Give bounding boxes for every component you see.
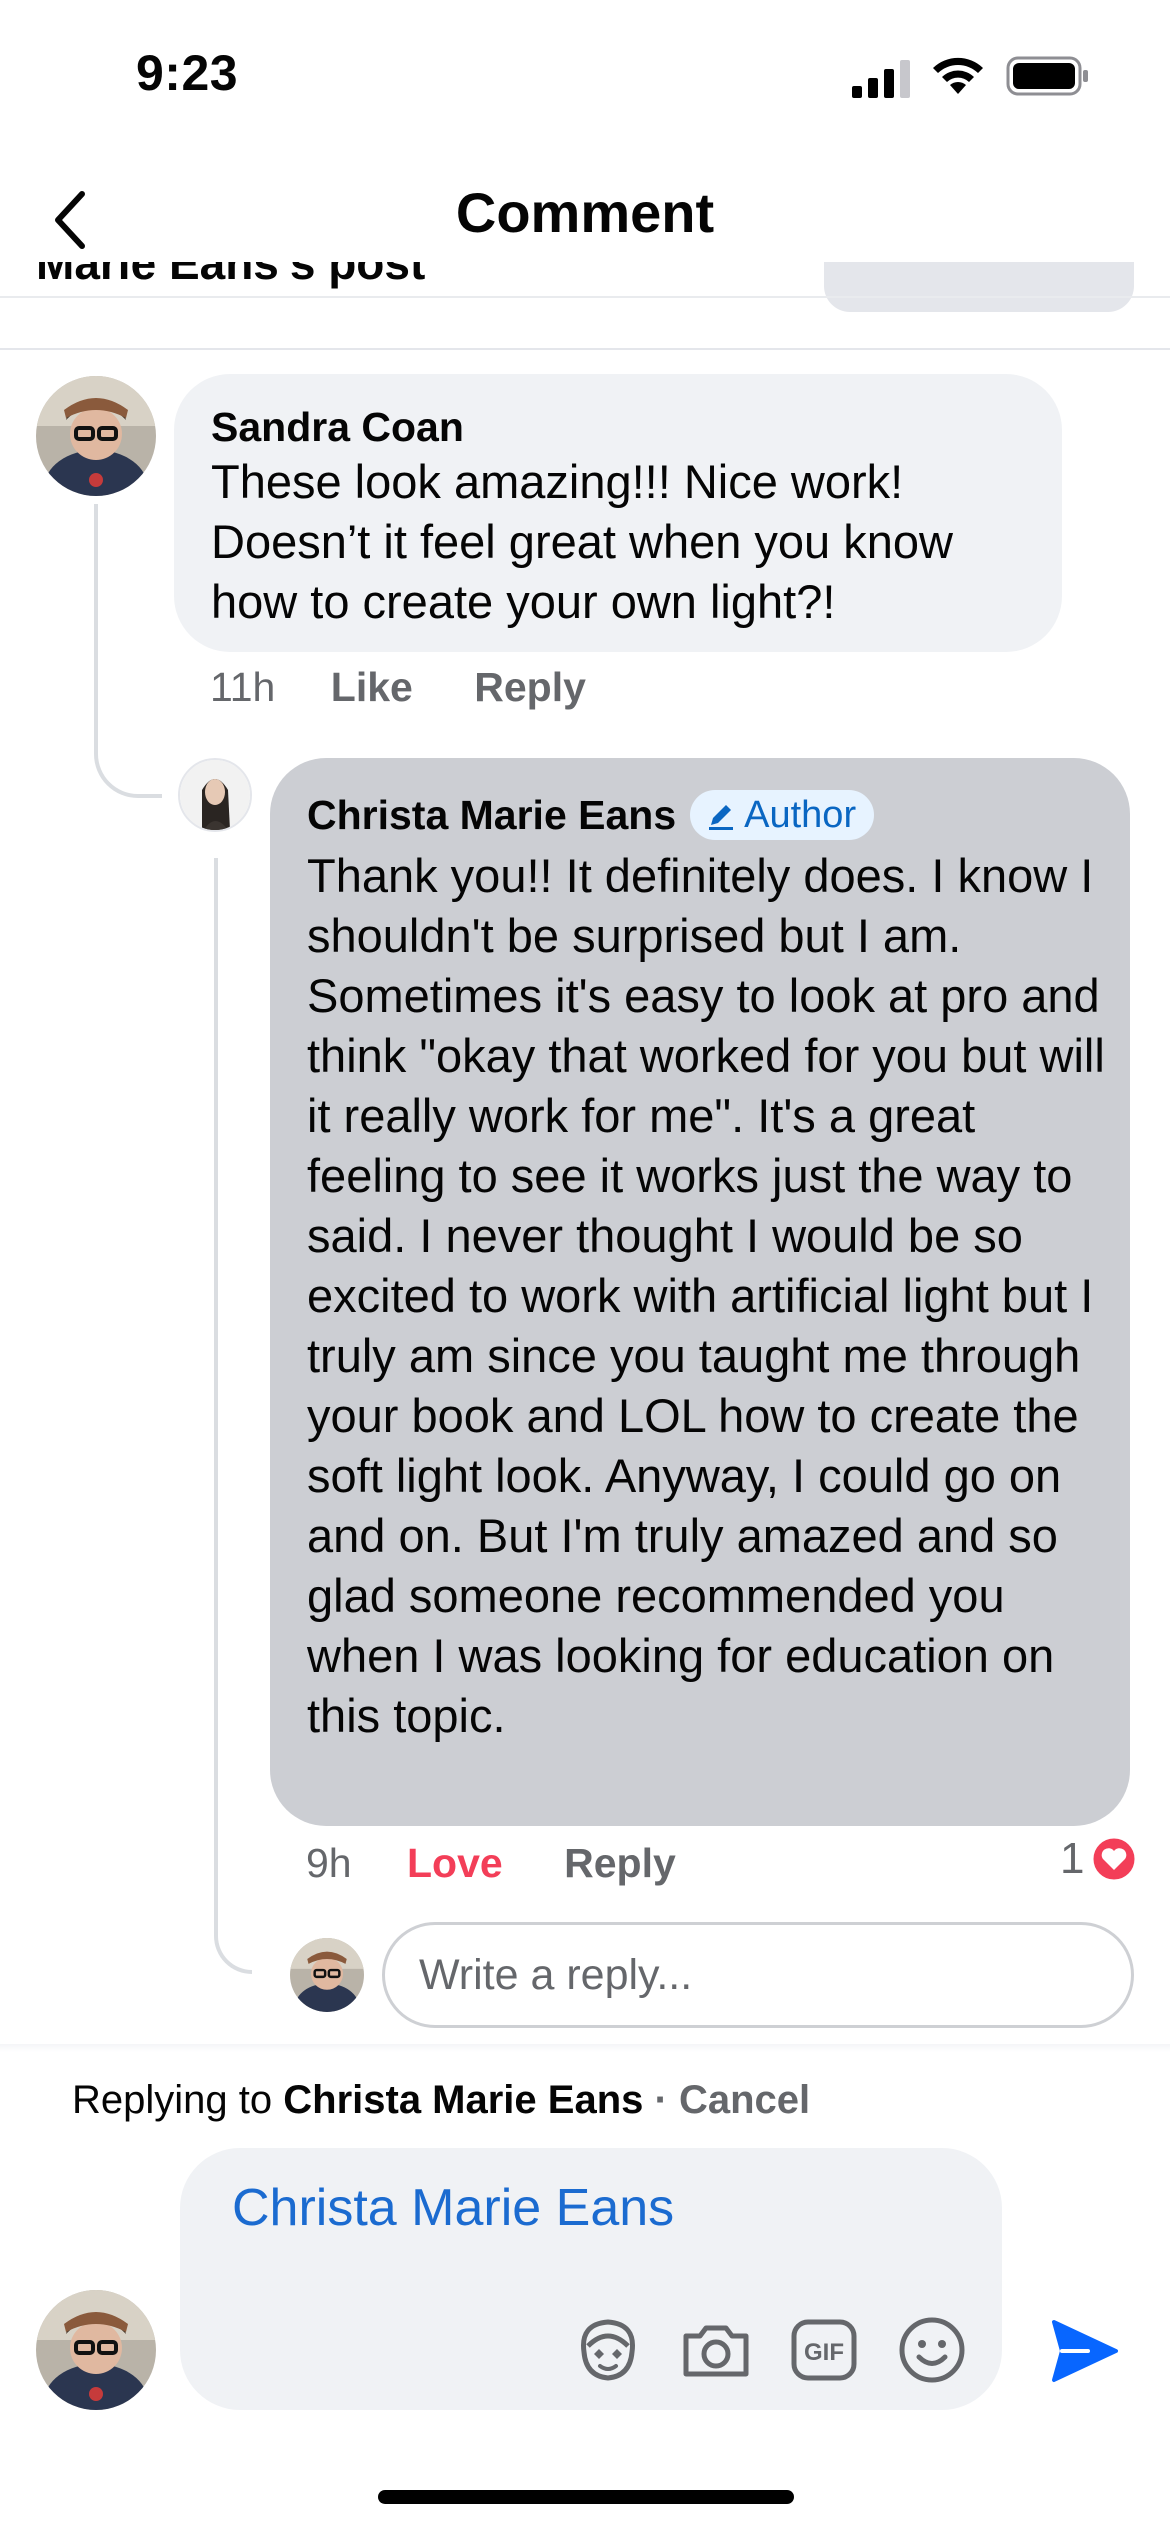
comment-bubble-highlighted[interactable]: Christa Marie Eans Author Thank you!! It… xyxy=(270,758,1130,1826)
signal-icon xyxy=(852,58,914,98)
replying-separator: · xyxy=(643,2078,679,2122)
page-title: Comment xyxy=(455,181,715,244)
comment-text: Thank you!! It definitely does. I know I… xyxy=(307,849,1105,1742)
reaction-summary[interactable]: 1 xyxy=(1060,1834,1138,1884)
avatar xyxy=(290,1938,364,2012)
reply-button[interactable]: Reply xyxy=(564,1840,676,1886)
comment-author[interactable]: Christa Marie Eans xyxy=(307,792,676,839)
avatar[interactable] xyxy=(36,376,156,496)
wifi-icon xyxy=(930,52,986,96)
like-button[interactable]: Like xyxy=(331,664,413,710)
thread-connector xyxy=(94,504,162,798)
header-divider xyxy=(0,296,1170,298)
love-reaction-icon xyxy=(1090,1835,1138,1883)
battery-icon xyxy=(1006,56,1090,96)
author-badge-label: Author xyxy=(744,793,857,836)
avatar-sticker-icon[interactable] xyxy=(570,2312,646,2388)
pencil-icon xyxy=(709,805,734,830)
send-button[interactable] xyxy=(1048,2314,1122,2388)
write-reply-input[interactable]: Write a reply... xyxy=(382,1922,1134,2028)
comment-time: 11h xyxy=(210,664,276,710)
post-title-peek: Marie Eans's post xyxy=(36,262,426,289)
thread-connector xyxy=(214,858,252,1974)
svg-text:GIF: GIF xyxy=(804,2339,844,2366)
replying-target: Christa Marie Eans xyxy=(283,2078,644,2122)
emoji-icon[interactable] xyxy=(894,2312,970,2388)
composer-mention[interactable]: Christa Marie Eans xyxy=(232,2178,674,2238)
comment-meta: 9h Love Reply xyxy=(306,1840,676,1887)
section-divider xyxy=(0,348,1170,350)
composer-divider xyxy=(0,2044,1170,2052)
post-action-pill[interactable] xyxy=(824,262,1134,312)
status-time: 9:23 xyxy=(136,45,239,101)
comment-text: These look amazing!!! Nice work! Doesn’t… xyxy=(211,455,953,628)
camera-icon[interactable] xyxy=(678,2312,754,2388)
replying-prefix: Replying to xyxy=(72,2078,273,2122)
comment-time: 9h xyxy=(306,1840,352,1886)
reply-button[interactable]: Reply xyxy=(474,664,586,710)
comment-header: Christa Marie Eans Author xyxy=(307,790,875,840)
avatar xyxy=(36,2290,156,2410)
cancel-reply-button[interactable]: Cancel xyxy=(679,2078,810,2122)
comment-meta: 11h Like Reply xyxy=(210,664,586,711)
love-reaction-button[interactable]: Love xyxy=(407,1840,503,1886)
home-indicator xyxy=(378,2490,794,2504)
reaction-count: 1 xyxy=(1060,1834,1085,1883)
reply-placeholder: Write a reply... xyxy=(419,1950,693,1999)
send-icon xyxy=(1052,2320,1118,2382)
replying-to-bar: Replying to Christa Marie Eans · Cancel xyxy=(72,2078,810,2123)
comment-author[interactable]: Sandra Coan xyxy=(211,404,464,451)
author-badge: Author xyxy=(690,790,875,840)
avatar[interactable] xyxy=(178,758,252,832)
gif-icon[interactable]: GIF xyxy=(786,2312,862,2388)
comment-bubble[interactable]: Sandra Coan These look amazing!!! Nice w… xyxy=(174,374,1062,652)
